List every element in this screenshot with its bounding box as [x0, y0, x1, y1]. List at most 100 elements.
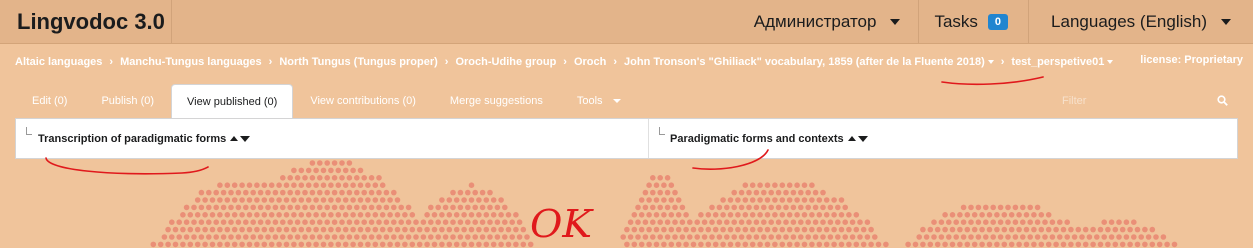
breadcrumb-item[interactable]: Altaic languages [15, 56, 102, 68]
background-dot [664, 234, 671, 240]
background-dot [235, 189, 242, 196]
background-dot [953, 219, 959, 225]
background-dot [235, 204, 242, 211]
background-dot [368, 175, 375, 181]
background-dot [1097, 241, 1104, 248]
background-dot [513, 226, 519, 233]
user-menu[interactable]: Администратор [736, 0, 919, 43]
background-dot [1016, 212, 1022, 218]
background-dot [661, 226, 667, 233]
background-dot [731, 204, 737, 211]
background-dot [461, 197, 467, 203]
background-dot [361, 219, 368, 225]
background-dot [1105, 226, 1111, 233]
breadcrumb-item[interactable]: North Tungus (Tungus proper) [279, 56, 437, 68]
background-dot [502, 204, 508, 211]
background-dot [209, 241, 216, 248]
background-dot [650, 189, 656, 196]
background-dot [1064, 234, 1070, 240]
background-dot [775, 189, 782, 196]
background-dot [801, 182, 808, 188]
background-dot [1127, 241, 1133, 248]
background-dot [272, 234, 279, 240]
background-dot [346, 219, 353, 225]
background-dot [409, 226, 416, 233]
background-dot [335, 197, 342, 203]
background-dot [276, 241, 282, 248]
background-dot [642, 234, 649, 240]
background-dot [453, 212, 460, 218]
background-dot [853, 212, 860, 218]
background-dot [1057, 234, 1063, 240]
background-dot [305, 226, 312, 233]
background-dot [835, 204, 841, 211]
background-dot [1020, 234, 1026, 240]
sort-descending-icon[interactable] [857, 135, 868, 142]
background-dot [261, 212, 268, 218]
background-dot [790, 234, 797, 240]
background-dot [302, 189, 308, 196]
background-dot [335, 241, 342, 248]
breadcrumb-perspective[interactable]: test_perspetive01 [1011, 56, 1114, 68]
background-dot [1094, 234, 1100, 240]
background-dot [276, 197, 282, 203]
sort-ascending-icon[interactable] [230, 136, 239, 141]
search-icon[interactable] [1217, 95, 1228, 106]
breadcrumb-item[interactable]: Oroch-Udihe group [455, 56, 556, 68]
background-dot [287, 175, 294, 181]
background-dot [679, 234, 686, 240]
background-dot [361, 175, 368, 181]
background-dot [749, 182, 756, 188]
breadcrumb-item[interactable]: Oroch [574, 56, 606, 68]
background-dot [738, 189, 745, 196]
breadcrumb-dictionary[interactable]: John Tronson's "Ghiliack" vocabulary, 18… [624, 56, 994, 68]
background-dot [1008, 226, 1015, 233]
tab-view-published[interactable]: View published (0) [171, 84, 294, 118]
background-dot [228, 204, 234, 211]
background-dot [716, 234, 723, 240]
background-dot [169, 219, 175, 225]
app-title[interactable]: Lingvodoc 3.0 [0, 0, 172, 43]
background-dot [365, 212, 371, 218]
background-dot [283, 226, 290, 233]
background-dot [727, 226, 734, 233]
tab-publish[interactable]: Publish (0) [84, 84, 171, 118]
tab-merge-suggestions[interactable]: Merge suggestions [433, 84, 560, 118]
background-dot [775, 204, 782, 211]
background-dot [202, 241, 208, 248]
breadcrumb-item[interactable]: Manchu-Tungus languages [120, 56, 262, 68]
background-dot [309, 219, 316, 225]
background-dot [183, 234, 190, 240]
tab-view-contributions[interactable]: View contributions (0) [293, 84, 433, 118]
background-dot [1131, 234, 1137, 240]
background-dot [835, 234, 841, 240]
filter-input[interactable]: Filter [1045, 84, 1238, 118]
background-dot [206, 234, 212, 240]
background-dot [775, 234, 782, 240]
breadcrumb-dictionary-label: John Tronson's "Ghiliack" vocabulary, 18… [624, 56, 985, 68]
background-dot [317, 234, 323, 240]
background-dot [224, 241, 231, 248]
background-dot [635, 219, 641, 225]
background-dot [291, 212, 297, 218]
languages-menu[interactable]: Languages (English) [1028, 0, 1253, 43]
background-dot [342, 182, 349, 188]
tasks-menu[interactable]: Tasks 0 [918, 0, 1028, 43]
background-dot [402, 212, 408, 218]
tab-edit[interactable]: Edit (0) [15, 84, 84, 118]
background-dot [1160, 234, 1167, 240]
background-dot [1049, 234, 1056, 240]
background-dot [838, 226, 845, 233]
menu-spacer [172, 0, 736, 43]
background-dot [1142, 226, 1148, 233]
background-dot [305, 212, 312, 218]
background-dot [206, 219, 212, 225]
background-dot [291, 197, 297, 203]
sort-descending-icon[interactable] [240, 135, 251, 142]
background-dot [1020, 204, 1026, 211]
tab-tools[interactable]: Tools [560, 84, 638, 118]
sort-ascending-icon[interactable] [847, 136, 856, 141]
background-dot [479, 204, 486, 211]
background-dot [816, 241, 823, 248]
background-dot [457, 219, 464, 225]
